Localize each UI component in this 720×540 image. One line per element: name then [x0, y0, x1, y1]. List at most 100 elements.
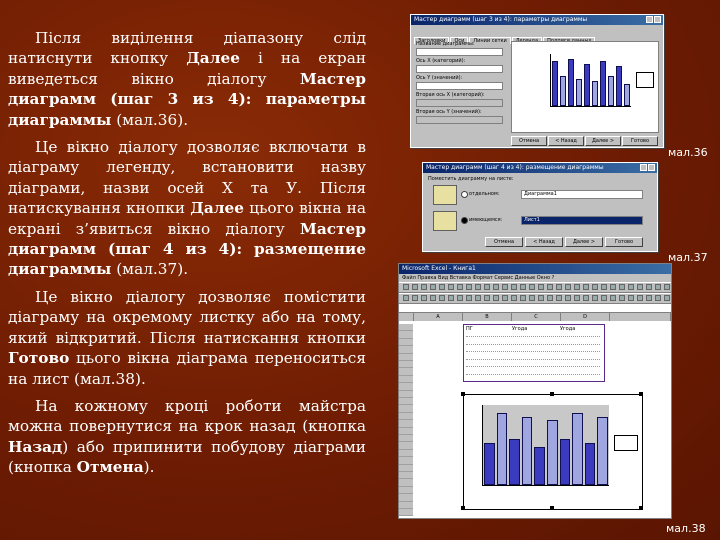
row-header[interactable]: [399, 375, 413, 384]
toolbar-button-icon[interactable]: [484, 295, 490, 301]
row-header[interactable]: [399, 427, 413, 435]
row-header[interactable]: [399, 509, 413, 517]
toolbar-button-icon[interactable]: [466, 284, 472, 290]
toolbar-button-icon[interactable]: [421, 284, 427, 290]
row-header[interactable]: [399, 390, 413, 398]
row-header[interactable]: [399, 449, 413, 458]
toolbar-button-icon[interactable]: [520, 284, 526, 290]
help-icon[interactable]: [640, 164, 647, 171]
toolbar-button-icon[interactable]: [502, 295, 508, 301]
toolbar-button-icon[interactable]: [529, 284, 535, 290]
toolbar-button-icon[interactable]: [646, 295, 652, 301]
toolbar-button-icon[interactable]: [475, 284, 481, 290]
finish-button[interactable]: Готово: [622, 136, 658, 146]
toolbar-button-icon[interactable]: [412, 284, 418, 290]
cancel-button[interactable]: Отмена: [511, 136, 547, 146]
toolbar-button-icon[interactable]: [592, 295, 598, 301]
toolbar-button-icon[interactable]: [475, 295, 481, 301]
column-header-c[interactable]: C: [512, 313, 561, 321]
toolbar-button-icon[interactable]: [547, 284, 553, 290]
x-axis-field[interactable]: [416, 65, 503, 73]
row-header[interactable]: [399, 501, 413, 509]
toolbar-button-icon[interactable]: [556, 295, 562, 301]
toolbar-button-icon[interactable]: [484, 284, 490, 290]
toolbar-button-icon[interactable]: [529, 295, 535, 301]
toolbar-button-icon[interactable]: [403, 295, 409, 301]
row-header[interactable]: [399, 405, 413, 413]
toolbar-button-icon[interactable]: [565, 284, 571, 290]
row-header[interactable]: [399, 353, 413, 361]
toolbar-button-icon[interactable]: [637, 284, 643, 290]
close-icon[interactable]: [654, 16, 661, 23]
toolbar-button-icon[interactable]: [628, 295, 634, 301]
toolbar-button-icon[interactable]: [610, 295, 616, 301]
toolbar-button-icon[interactable]: [412, 295, 418, 301]
second-y-axis-field[interactable]: [416, 116, 503, 124]
toolbar-button-icon[interactable]: [637, 295, 643, 301]
cancel-button[interactable]: Отмена: [485, 237, 523, 247]
toolbar-button-icon[interactable]: [646, 284, 652, 290]
toolbar-button-icon[interactable]: [448, 284, 454, 290]
toolbar-button-icon[interactable]: [466, 295, 472, 301]
row-header[interactable]: [399, 368, 413, 376]
toolbar-button-icon[interactable]: [457, 295, 463, 301]
toolbar-button-icon[interactable]: [655, 284, 661, 290]
toolbar-button-icon[interactable]: [655, 295, 661, 301]
toolbar-button-icon[interactable]: [520, 295, 526, 301]
existing-sheet-radio[interactable]: [461, 217, 468, 224]
row-header[interactable]: [399, 412, 413, 421]
resize-handle[interactable]: [639, 392, 643, 396]
next-button[interactable]: Далее >: [565, 237, 603, 247]
row-header[interactable]: [399, 361, 413, 369]
column-header-e[interactable]: [610, 313, 671, 321]
toolbar-button-icon[interactable]: [493, 284, 499, 290]
column-header-a[interactable]: A: [414, 313, 463, 321]
toolbar-button-icon[interactable]: [574, 295, 580, 301]
toolbar-button-icon[interactable]: [511, 295, 517, 301]
row-header[interactable]: [399, 324, 413, 332]
toolbar-button-icon[interactable]: [664, 295, 670, 301]
row-header[interactable]: [399, 494, 413, 502]
row-header[interactable]: [399, 383, 413, 391]
existing-sheet-select[interactable]: Лист1: [521, 216, 643, 225]
chart-legend[interactable]: [614, 435, 638, 451]
toolbar-button-icon[interactable]: [430, 295, 436, 301]
row-header[interactable]: [399, 472, 413, 480]
toolbar-button-icon[interactable]: [421, 295, 427, 301]
back-button[interactable]: < Назад: [525, 237, 563, 247]
toolbar-button-icon[interactable]: [511, 284, 517, 290]
toolbar-button-icon[interactable]: [583, 295, 589, 301]
toolbar-button-icon[interactable]: [457, 284, 463, 290]
toolbar-button-icon[interactable]: [601, 295, 607, 301]
row-header[interactable]: [399, 398, 413, 406]
toolbar-button-icon[interactable]: [547, 295, 553, 301]
toolbar-button-icon[interactable]: [664, 284, 670, 290]
y-axis-field[interactable]: [416, 82, 503, 90]
toolbar-button-icon[interactable]: [619, 295, 625, 301]
toolbar-button-icon[interactable]: [601, 284, 607, 290]
row-header[interactable]: [399, 346, 413, 354]
resize-handle[interactable]: [550, 506, 554, 510]
toolbar-button-icon[interactable]: [619, 284, 625, 290]
row-header[interactable]: [399, 479, 413, 487]
column-header-d[interactable]: D: [561, 313, 610, 321]
toolbar-button-icon[interactable]: [574, 284, 580, 290]
resize-handle[interactable]: [461, 392, 465, 396]
toolbar-button-icon[interactable]: [583, 284, 589, 290]
row-header[interactable]: [399, 464, 413, 472]
help-icon[interactable]: [646, 16, 653, 23]
tab-gridlines[interactable]: Линии сетки: [469, 37, 511, 44]
toolbar-button-icon[interactable]: [448, 295, 454, 301]
column-header-b[interactable]: B: [463, 313, 512, 321]
resize-handle[interactable]: [461, 506, 465, 510]
new-sheet-name-field[interactable]: Диаграмма1: [521, 190, 643, 199]
toolbar-button-icon[interactable]: [610, 284, 616, 290]
embedded-chart[interactable]: [463, 394, 643, 510]
toolbar-button-icon[interactable]: [439, 295, 445, 301]
row-header[interactable]: [399, 331, 413, 339]
toolbar-button-icon[interactable]: [592, 284, 598, 290]
next-button[interactable]: Далее >: [585, 136, 621, 146]
formula-bar[interactable]: [399, 304, 671, 313]
new-sheet-radio[interactable]: [461, 191, 468, 198]
second-x-axis-field[interactable]: [416, 99, 503, 107]
